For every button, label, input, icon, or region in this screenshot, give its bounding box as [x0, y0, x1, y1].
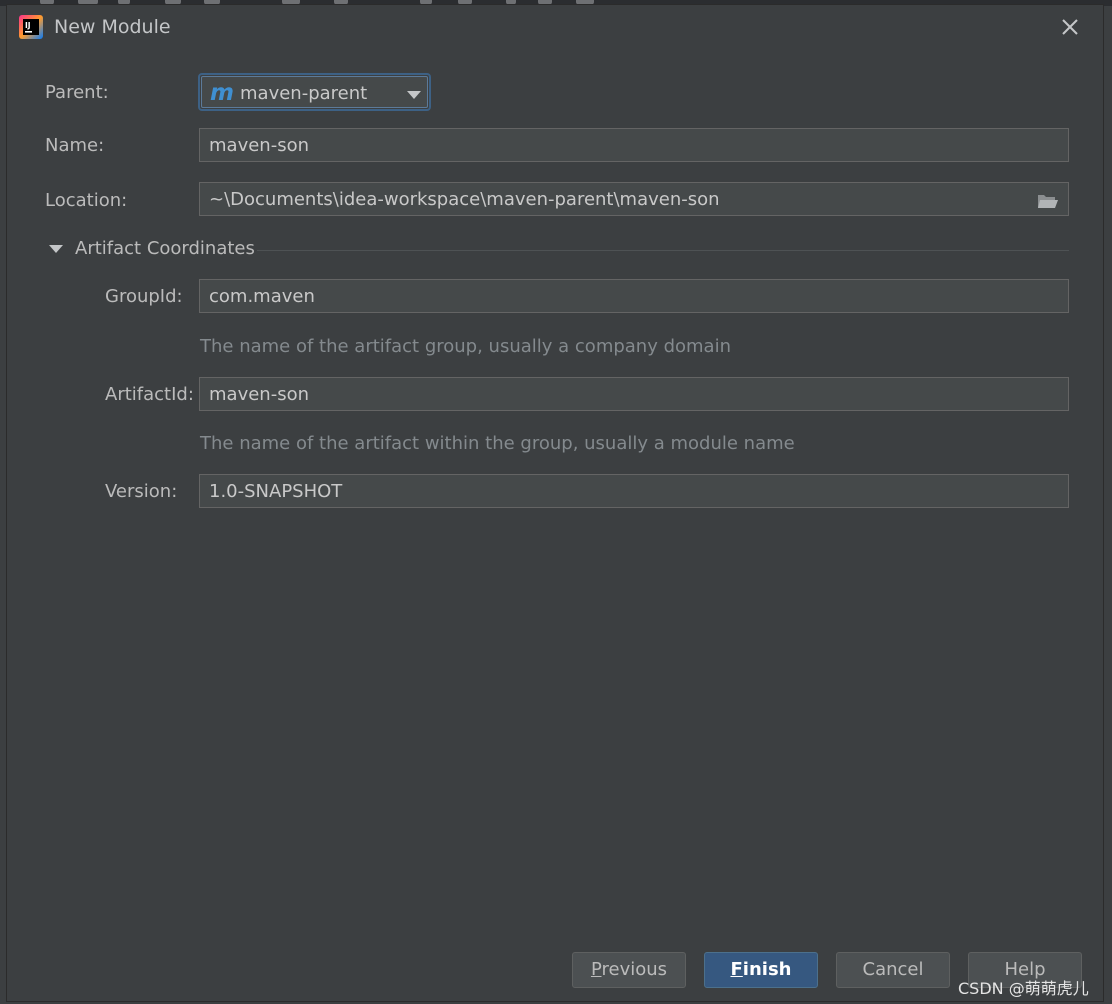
chevron-down-icon: [407, 91, 421, 99]
groupid-label: GroupId:: [105, 286, 183, 307]
svg-text:IJ: IJ: [25, 21, 31, 30]
previous-mnemonic: P: [590, 959, 602, 980]
maven-m-icon: m: [210, 80, 234, 106]
artifactid-hint: The name of the artifact within the grou…: [200, 433, 795, 454]
finish-label: inish: [742, 959, 792, 980]
finish-mnemonic: F: [730, 959, 743, 980]
close-icon[interactable]: [1059, 16, 1081, 38]
parent-label: Parent:: [45, 82, 109, 103]
intellij-idea-icon: IJ: [19, 15, 43, 39]
version-input[interactable]: [199, 474, 1069, 508]
groupid-hint: The name of the artifact group, usually …: [200, 336, 731, 357]
csdn-watermark: CSDN @萌萌虎儿: [958, 979, 1089, 998]
folder-icon[interactable]: [1037, 192, 1059, 210]
artifactid-input[interactable]: [199, 377, 1069, 411]
new-module-dialog: IJ New Module Parent: m maven-parent Nam…: [6, 4, 1104, 1002]
artifactid-label: ArtifactId:: [105, 384, 194, 405]
cancel-button[interactable]: Cancel: [836, 952, 950, 988]
artifact-coordinates-toggle[interactable]: Artifact Coordinates: [75, 238, 255, 259]
location-input[interactable]: [199, 182, 1069, 216]
previous-label: revious: [601, 959, 668, 980]
name-input[interactable]: [199, 128, 1069, 162]
name-label: Name:: [45, 135, 105, 156]
groupid-input[interactable]: [199, 279, 1069, 313]
location-label: Location:: [45, 190, 128, 211]
parent-selected-value: maven-parent: [240, 83, 368, 104]
chevron-down-icon[interactable]: [49, 245, 63, 253]
section-divider: [257, 250, 1069, 251]
finish-button[interactable]: Finish: [704, 952, 818, 988]
previous-button[interactable]: Previous: [572, 952, 686, 988]
dialog-titlebar: IJ New Module: [7, 5, 1103, 49]
parent-combobox[interactable]: m maven-parent: [198, 73, 431, 111]
dialog-title: New Module: [54, 16, 171, 38]
parent-combobox-body: m maven-parent: [201, 76, 428, 108]
version-label: Version:: [105, 481, 178, 502]
